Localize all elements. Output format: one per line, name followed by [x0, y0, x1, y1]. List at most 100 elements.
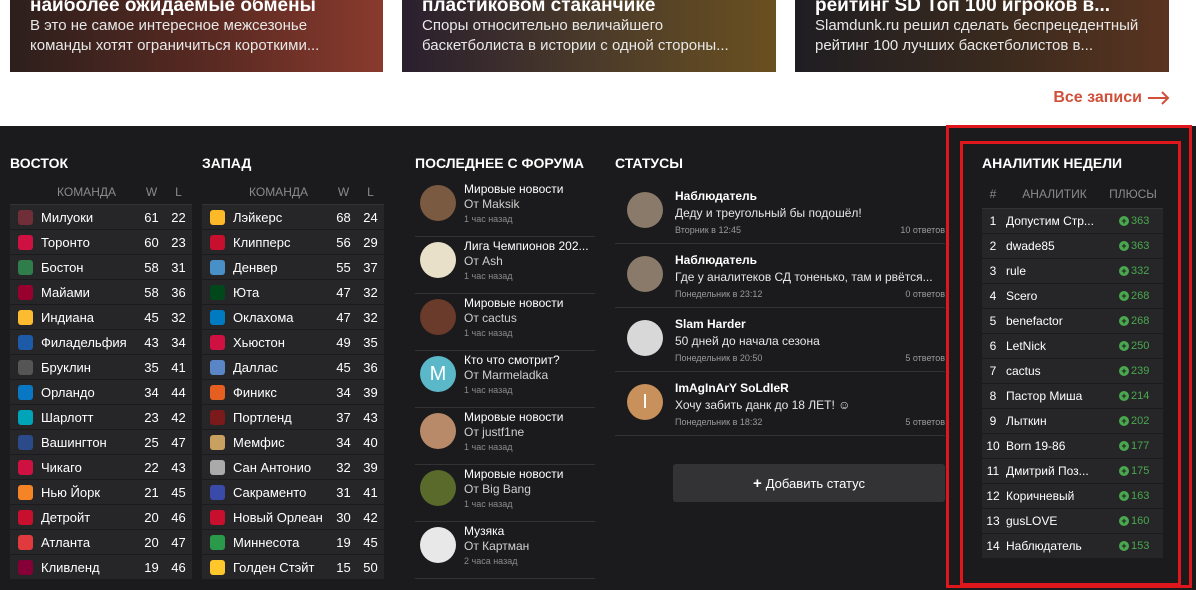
team-row[interactable]: Бостон 58 31	[10, 255, 192, 280]
news-card[interactable]: рейтинг SD Топ 100 игроков в... Slamdunk…	[795, 0, 1169, 72]
team-row[interactable]: Юта 47 32	[202, 280, 384, 305]
team-name[interactable]: Орландо	[41, 385, 138, 400]
team-name[interactable]: Юта	[233, 285, 330, 300]
team-name[interactable]: Миннесота	[233, 535, 330, 550]
forum-topic[interactable]: Мировые новости	[464, 296, 594, 311]
forum-item[interactable]: Мировые новости От Maksik 1 час назад	[415, 180, 595, 237]
avatar[interactable]: M	[420, 356, 456, 392]
team-row[interactable]: Голден Стэйт 15 50	[202, 555, 384, 580]
forum-author[interactable]: От cactus	[464, 311, 594, 326]
status-replies[interactable]: 5 ответов	[905, 353, 945, 363]
all-posts-label[interactable]: Все записи	[1053, 89, 1142, 107]
team-row[interactable]: Вашингтон 25 47	[10, 430, 192, 455]
team-name[interactable]: Мемфис	[233, 435, 330, 450]
status-item[interactable]: Slam Harder 50 дней до начала сезона Понед…	[615, 308, 945, 372]
forum-topic[interactable]: Музяка	[464, 524, 594, 539]
team-name[interactable]: Атланта	[41, 535, 138, 550]
team-name[interactable]: Даллас	[233, 360, 330, 375]
news-card-title[interactable]: рейтинг SD Топ 100 игроков в...	[815, 0, 1149, 16]
team-row[interactable]: Портленд 37 43	[202, 405, 384, 430]
news-card[interactable]: наиболее ожидаемые обмены В это не самое…	[10, 0, 383, 72]
status-replies[interactable]: 0 ответов	[905, 289, 945, 299]
team-name[interactable]: Чикаго	[41, 460, 138, 475]
status-item[interactable]: I ImAgInArY SoLdIeR Хочу забить данк до 18…	[615, 372, 945, 436]
add-status-button[interactable]: + Добавить статус	[673, 464, 945, 502]
team-row[interactable]: Атланта 20 47	[10, 530, 192, 555]
team-row[interactable]: Кливленд 19 46	[10, 555, 192, 580]
team-name[interactable]: Хьюстон	[233, 335, 330, 350]
forum-topic[interactable]: Мировые новости	[464, 467, 594, 482]
team-row[interactable]: Нью Йорк 21 45	[10, 480, 192, 505]
forum-topic[interactable]: Мировые новости	[464, 182, 594, 197]
avatar[interactable]	[627, 192, 663, 228]
forum-author[interactable]: От Maksik	[464, 197, 594, 212]
forum-author[interactable]: От Картман	[464, 539, 594, 554]
status-author[interactable]: ImAgInArY SoLdIeR	[675, 381, 935, 395]
all-posts-link[interactable]: Все записи	[1053, 89, 1170, 107]
team-name[interactable]: Новый Орлеан	[233, 510, 330, 525]
forum-item[interactable]: Лига Чемпионов 202... От Ash 1 час назад	[415, 237, 595, 294]
team-name[interactable]: Голден Стэйт	[233, 560, 330, 575]
avatar[interactable]	[420, 413, 456, 449]
team-row[interactable]: Сакраменто 31 41	[202, 480, 384, 505]
status-replies[interactable]: 10 ответов	[900, 225, 945, 235]
team-name[interactable]: Милуоки	[41, 210, 138, 225]
team-row[interactable]: Торонто 60 23	[10, 230, 192, 255]
team-name[interactable]: Нью Йорк	[41, 485, 138, 500]
team-row[interactable]: Чикаго 22 43	[10, 455, 192, 480]
team-name[interactable]: Денвер	[233, 260, 330, 275]
status-author[interactable]: Наблюдатель	[675, 189, 935, 203]
status-replies[interactable]: 5 ответов	[905, 417, 945, 427]
team-row[interactable]: Детройт 20 46	[10, 505, 192, 530]
avatar[interactable]	[420, 185, 456, 221]
forum-item[interactable]: M Кто что смотрит? От Marmeladka 1 час наза…	[415, 351, 595, 408]
team-name[interactable]: Бостон	[41, 260, 138, 275]
avatar[interactable]	[627, 320, 663, 356]
team-row[interactable]: Оклахома 47 32	[202, 305, 384, 330]
team-row[interactable]: Клипперс 56 29	[202, 230, 384, 255]
team-name[interactable]: Сан Антонио	[233, 460, 330, 475]
team-row[interactable]: Денвер 55 37	[202, 255, 384, 280]
team-name[interactable]: Майами	[41, 285, 138, 300]
avatar[interactable]: I	[627, 384, 663, 420]
forum-topic[interactable]: Кто что смотрит?	[464, 353, 594, 368]
forum-item[interactable]: Мировые новости От Big Bang 1 час назад	[415, 465, 595, 522]
avatar[interactable]	[627, 256, 663, 292]
team-name[interactable]: Оклахома	[233, 310, 330, 325]
team-row[interactable]: Миннесота 19 45	[202, 530, 384, 555]
team-row[interactable]: Даллас 45 36	[202, 355, 384, 380]
forum-author[interactable]: От Big Bang	[464, 482, 594, 497]
team-row[interactable]: Лэйкерс 68 24	[202, 205, 384, 230]
team-row[interactable]: Милуоки 61 22	[10, 205, 192, 230]
avatar[interactable]	[420, 242, 456, 278]
forum-item[interactable]: Музяка От Картман 2 часа назад	[415, 522, 595, 579]
team-row[interactable]: Финикс 34 39	[202, 380, 384, 405]
team-row[interactable]: Индиана 45 32	[10, 305, 192, 330]
team-name[interactable]: Лэйкерс	[233, 210, 330, 225]
team-name[interactable]: Кливленд	[41, 560, 138, 575]
forum-topic[interactable]: Мировые новости	[464, 410, 594, 425]
status-item[interactable]: Наблюдатель Где у аналитеков СД тоненько,…	[615, 244, 945, 308]
team-name[interactable]: Филадельфия	[41, 335, 138, 350]
team-row[interactable]: Филадельфия 43 34	[10, 330, 192, 355]
status-author[interactable]: Slam Harder	[675, 317, 935, 331]
team-name[interactable]: Клипперс	[233, 235, 330, 250]
news-card-title[interactable]: наиболее ожидаемые обмены	[30, 0, 363, 16]
team-row[interactable]: Шарлотт 23 42	[10, 405, 192, 430]
team-row[interactable]: Орландо 34 44	[10, 380, 192, 405]
forum-author[interactable]: От Ash	[464, 254, 594, 269]
forum-author[interactable]: От justf1ne	[464, 425, 594, 440]
team-row[interactable]: Новый Орлеан 30 42	[202, 505, 384, 530]
team-row[interactable]: Бруклин 35 41	[10, 355, 192, 380]
team-name[interactable]: Вашингтон	[41, 435, 138, 450]
team-name[interactable]: Детройт	[41, 510, 138, 525]
news-card[interactable]: пластиковом стаканчике Споры относительн…	[402, 0, 776, 72]
status-author[interactable]: Наблюдатель	[675, 253, 935, 267]
team-name[interactable]: Сакраменто	[233, 485, 330, 500]
team-row[interactable]: Хьюстон 49 35	[202, 330, 384, 355]
avatar[interactable]	[420, 299, 456, 335]
avatar[interactable]	[420, 527, 456, 563]
team-name[interactable]: Индиана	[41, 310, 138, 325]
team-name[interactable]: Портленд	[233, 410, 330, 425]
team-name[interactable]: Финикс	[233, 385, 330, 400]
